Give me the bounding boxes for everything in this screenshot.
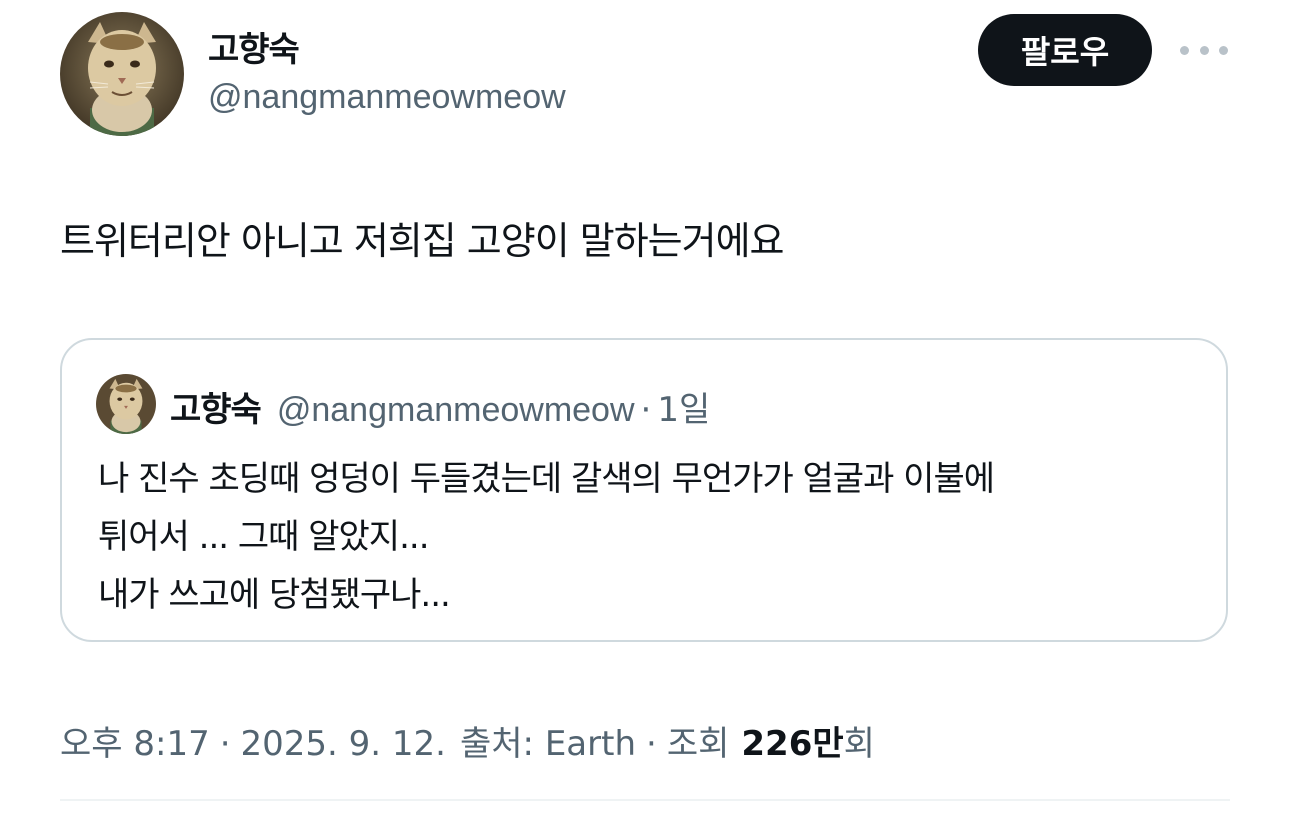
cat-avatar-icon (96, 374, 156, 434)
tweet-meta: 오후 8:17 · 2025. 9. 12. 출처: Earth · 조회 22… (60, 716, 875, 765)
quote-separator: · (640, 390, 652, 430)
author-handle[interactable]: @nangmanmeowmeow (208, 78, 566, 117)
quote-text-line: 내가 쓰고에 당첨됐구나... (98, 575, 451, 615)
follow-button[interactable]: 팔로우 (978, 14, 1152, 86)
author-avatar[interactable] (60, 12, 184, 136)
tweet-source[interactable]: 출처: Earth (460, 716, 636, 765)
quote-author-avatar (96, 374, 156, 434)
quote-author-handle: @nangmanmeowmeow (276, 391, 635, 429)
quote-text: 나 진수 초딩때 엉덩이 두들겼는데 갈색의 무언가가 얼굴과 이불에 튀어서 … (98, 450, 1198, 624)
cat-avatar-icon (60, 12, 184, 136)
quote-tweet-card[interactable]: 고향숙 @nangmanmeowmeow · 1일 나 진수 초딩때 엉덩이 두… (60, 338, 1228, 642)
tweet-time[interactable]: 오후 8:17 (60, 716, 210, 765)
tweet-text: 트위터리안 아니고 저희집 고양이 말하는거에요 (60, 219, 785, 263)
quote-header: 고향숙 @nangmanmeowmeow · 1일 (170, 382, 710, 431)
more-dot-icon (1180, 45, 1189, 55)
more-dot-icon (1199, 45, 1209, 55)
quote-author-name: 고향숙 (170, 390, 262, 430)
tweet-detail: 고향숙 @nangmanmeowmeow 팔로우 트위터리안 아니고 저희집 고… (0, 0, 1290, 829)
quote-text-line: 튀어서 ... 그때 알았지... (98, 517, 430, 557)
meta-separator: · (646, 724, 657, 764)
quote-text-line: 나 진수 초딩때 엉덩이 두들겼는데 갈색의 무언가가 얼굴과 이불에 (98, 459, 995, 499)
more-horizontal-icon[interactable] (1180, 36, 1228, 64)
more-dot-icon (1219, 45, 1228, 55)
views-label: 조회 (666, 724, 730, 764)
meta-separator: · (219, 724, 231, 764)
tweet-date[interactable]: 2025. 9. 12. (241, 724, 446, 764)
views-suffix: 회 (843, 724, 875, 764)
quote-timestamp: 1일 (657, 390, 711, 430)
author-display-name[interactable]: 고향숙 (208, 22, 300, 71)
divider (60, 799, 1230, 801)
views-count: 226만 (741, 724, 844, 764)
